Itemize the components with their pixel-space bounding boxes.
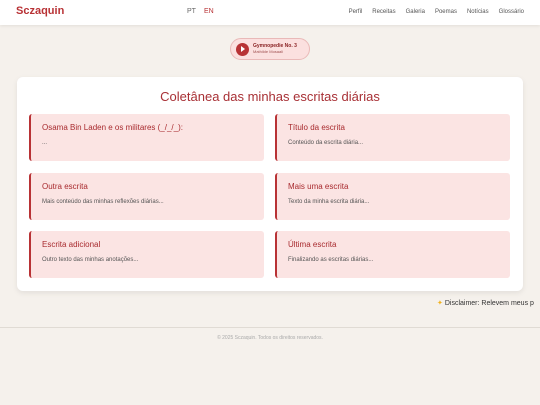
writing-excerpt: Outro texto das minhas anotações... bbox=[42, 257, 139, 263]
writing-title: Osama Bin Laden e os militares (_/_/_): bbox=[42, 123, 183, 132]
writing-title: Última escrita bbox=[288, 240, 337, 249]
writing-title: Título da escrita bbox=[288, 123, 345, 132]
disclaimer-marquee: ✦ Disclaimer: Relevem meus p bbox=[437, 299, 540, 307]
writing-excerpt: Mais conteúdo das minhas reflexões diári… bbox=[42, 199, 164, 205]
nav-link-galeria[interactable]: Galeria bbox=[406, 9, 425, 15]
track-info: Gymnopedie No. 3 Mathilde Mosaali bbox=[253, 44, 297, 54]
writing-card[interactable]: Última escrita Finalizando as escritas d… bbox=[275, 231, 510, 278]
nav-link-poemas[interactable]: Poemas bbox=[435, 9, 457, 15]
writing-card[interactable]: Mais uma escrita Texto da minha escrita … bbox=[275, 173, 510, 220]
sparkle-icon: ✦ bbox=[437, 300, 443, 307]
writing-title: Mais uma escrita bbox=[288, 182, 349, 191]
writing-card[interactable]: Osama Bin Laden e os militares (_/_/_): … bbox=[29, 114, 264, 161]
footer-divider bbox=[0, 327, 540, 328]
nav-link-perfil[interactable]: Perfil bbox=[349, 9, 363, 15]
disclaimer-text: Disclaimer: Relevem meus p bbox=[444, 300, 534, 307]
writing-excerpt: ... bbox=[42, 140, 48, 146]
writing-card[interactable]: Título da escrita Conteúdo da escrita di… bbox=[275, 114, 510, 161]
page-title: Coletânea das minhas escritas diárias bbox=[160, 89, 380, 104]
nav-link-receitas[interactable]: Receitas bbox=[372, 9, 395, 15]
navbar: Sczaquin PT EN Perfil Receitas Galeria P… bbox=[0, 0, 540, 25]
language-switcher: PT EN bbox=[187, 8, 214, 15]
writing-card[interactable]: Outra escrita Mais conteúdo das minhas r… bbox=[29, 173, 264, 220]
nav-links: Perfil Receitas Galeria Poemas Notícias … bbox=[349, 9, 524, 15]
lang-en-button[interactable]: EN bbox=[204, 8, 214, 15]
writing-title: Outra escrita bbox=[42, 182, 88, 191]
writing-excerpt: Texto da minha escrita diária... bbox=[288, 199, 370, 205]
writings-container: Coletânea das minhas escritas diárias Os… bbox=[17, 77, 523, 291]
writing-card[interactable]: Escrita adicional Outro texto das minhas… bbox=[29, 231, 264, 278]
brand-logo[interactable]: Sczaquin bbox=[16, 5, 64, 17]
nav-link-noticias[interactable]: Notícias bbox=[467, 9, 489, 15]
track-artist: Mathilde Mosaali bbox=[253, 49, 284, 54]
music-player: Gymnopedie No. 3 Mathilde Mosaali bbox=[230, 38, 310, 60]
footer-copyright: © 2025 Sczaquin. Todos os direitos reser… bbox=[217, 335, 323, 341]
nav-link-glossario[interactable]: Glossário bbox=[499, 9, 524, 15]
writing-title: Escrita adicional bbox=[42, 240, 101, 249]
writing-excerpt: Finalizando as escritas diárias... bbox=[288, 257, 374, 263]
play-icon[interactable] bbox=[236, 42, 249, 56]
lang-pt-button[interactable]: PT bbox=[187, 8, 196, 15]
writing-excerpt: Conteúdo da escrita diária... bbox=[288, 140, 364, 146]
